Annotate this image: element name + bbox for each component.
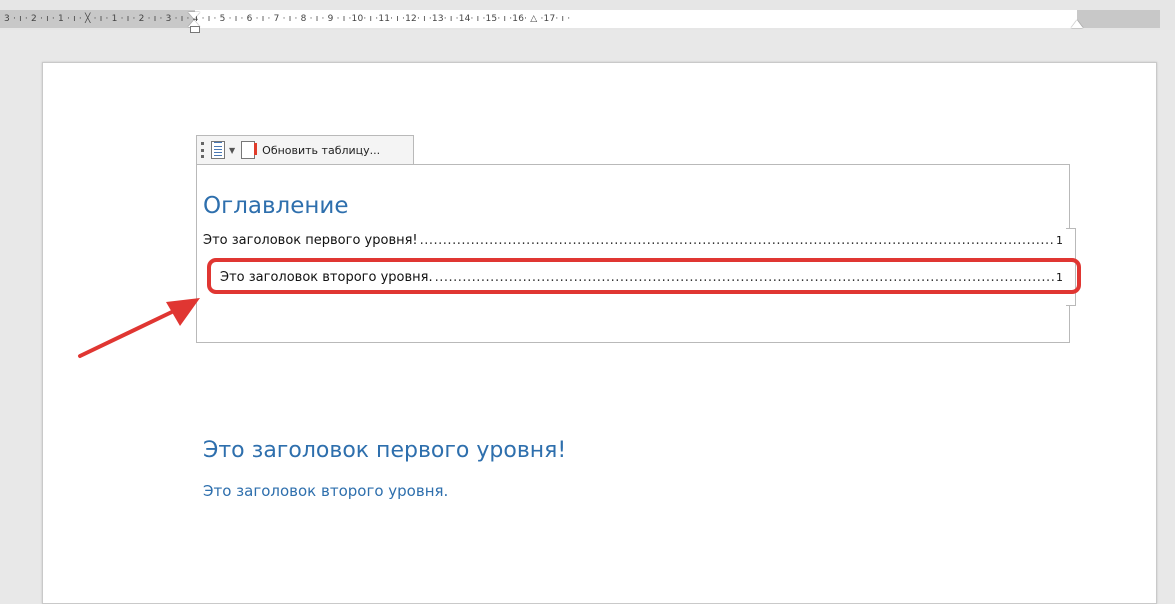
document-heading-1[interactable]: Это заголовок первого уровня! xyxy=(203,438,566,463)
update-table-button[interactable]: Обновить таблицу... xyxy=(262,144,380,157)
update-table-icon[interactable] xyxy=(241,141,258,159)
highlight-box xyxy=(207,258,1081,294)
drag-handle-icon[interactable] xyxy=(201,142,205,158)
toc-content-control-toolbar: ▼ Обновить таблицу... xyxy=(196,135,414,164)
toc-title: Оглавление xyxy=(203,193,349,219)
right-indent-marker[interactable] xyxy=(1071,20,1083,28)
toc-leader-dots xyxy=(420,233,1054,248)
toc-content-control[interactable] xyxy=(196,164,1070,343)
ruler-tick-labels: 3 · ı · 2 · ı · 1 · ı · ╳ · ı · 1 · ı · … xyxy=(4,14,571,24)
toc-entry-text: Это заголовок первого уровня! xyxy=(203,233,418,248)
table-of-contents-icon[interactable] xyxy=(211,141,225,159)
left-indent-marker[interactable] xyxy=(190,26,200,33)
toc-entry-level-1[interactable]: Это заголовок первого уровня! 1 xyxy=(203,233,1063,248)
chevron-down-icon[interactable]: ▼ xyxy=(229,146,235,155)
toc-page-number: 1 xyxy=(1056,234,1063,247)
horizontal-ruler[interactable]: 3 · ı · 2 · ı · 1 · ı · ╳ · ı · 1 · ı · … xyxy=(0,0,1175,33)
document-heading-2[interactable]: Это заголовок второго уровня. xyxy=(203,482,448,500)
first-line-indent-marker[interactable] xyxy=(188,12,200,19)
